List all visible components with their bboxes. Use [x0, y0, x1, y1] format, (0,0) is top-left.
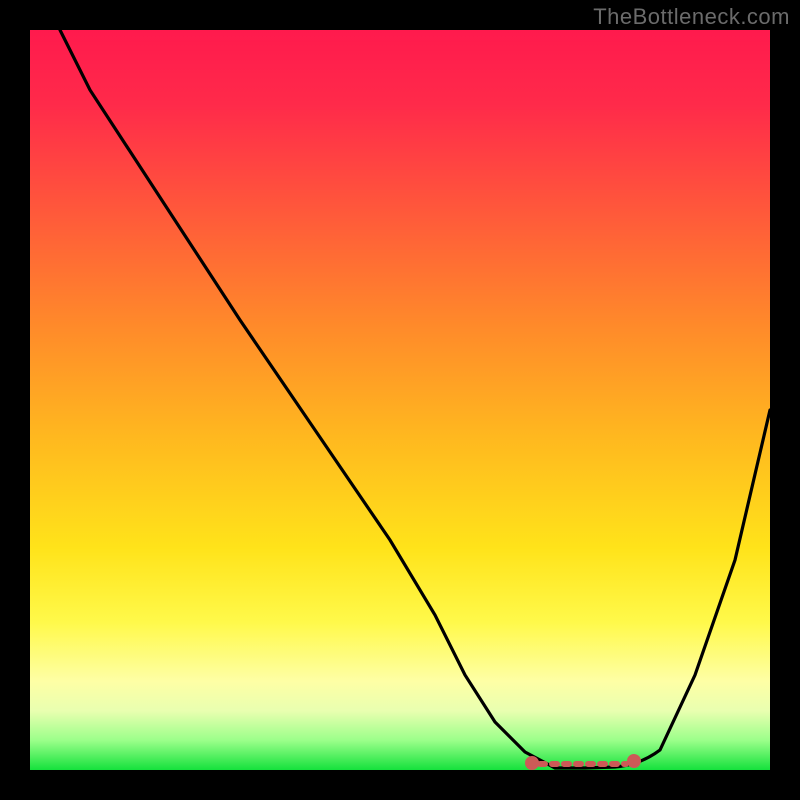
flat-segment-marker [528, 757, 638, 767]
chart-frame: TheBottleneck.com [0, 0, 800, 800]
curve-svg [30, 30, 770, 770]
bottleneck-curve [60, 30, 770, 768]
watermark-text: TheBottleneck.com [593, 4, 790, 30]
plot-area [30, 30, 770, 770]
